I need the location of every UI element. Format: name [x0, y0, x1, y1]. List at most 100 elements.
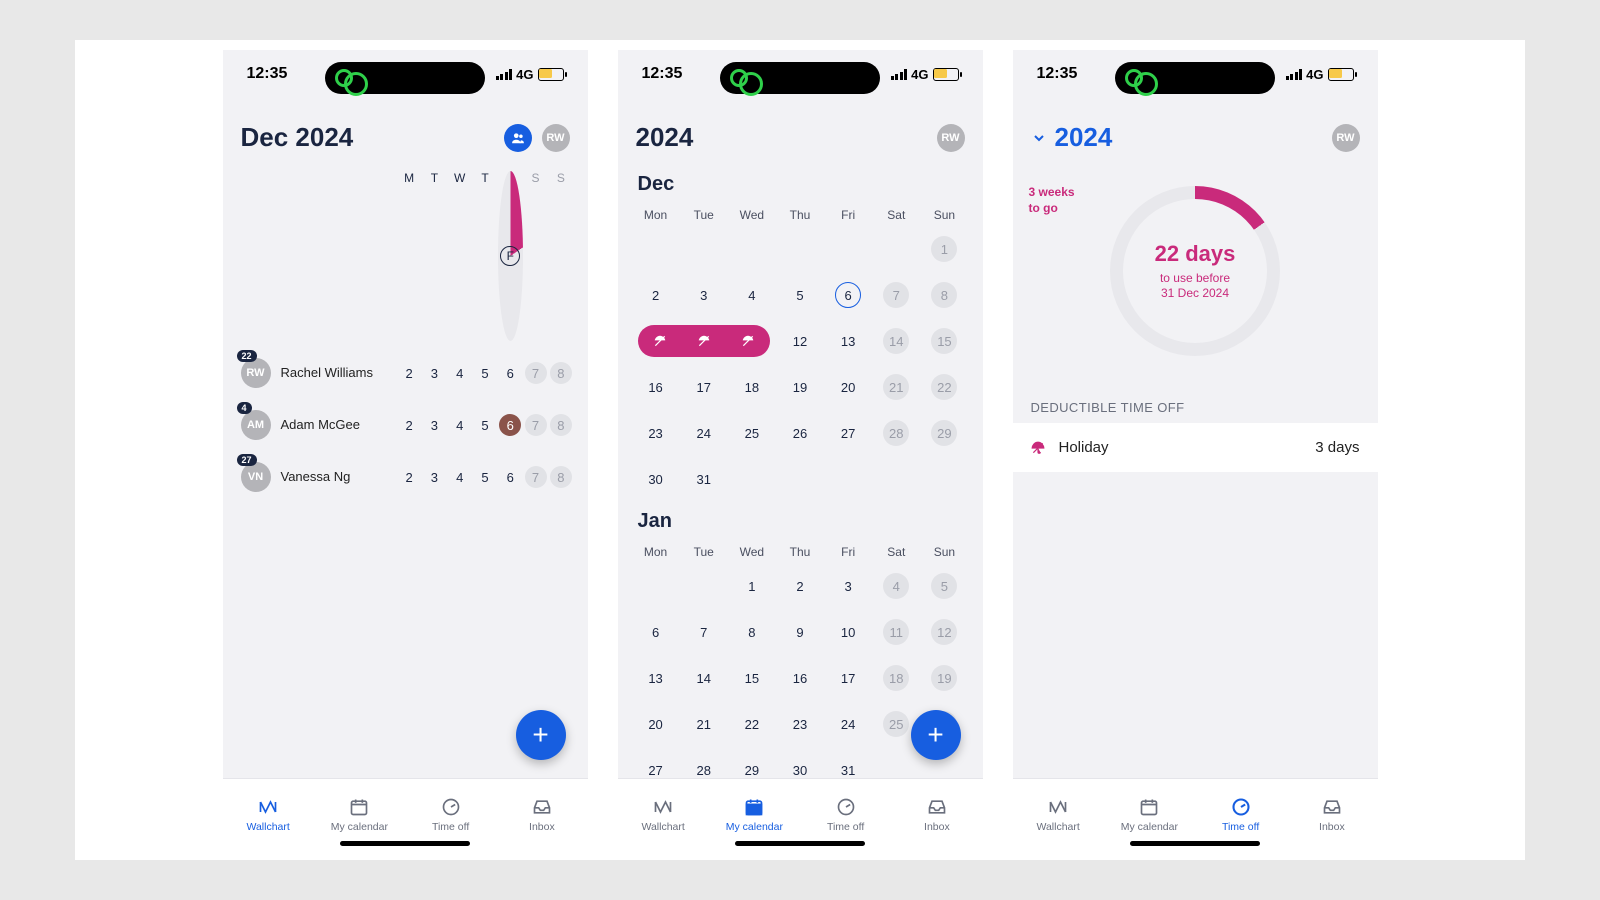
calendar-cell[interactable]: 26 — [776, 426, 824, 441]
tab-inbox[interactable]: Inbox — [1286, 779, 1377, 850]
person-cell[interactable]: 4 AM Adam McGee — [237, 410, 397, 440]
calendar-cell[interactable]: 18 — [728, 380, 776, 395]
calendar-cell[interactable]: 21 — [872, 374, 920, 400]
calendar-cell[interactable]: 29 — [728, 763, 776, 778]
day-cell-weekend[interactable]: 8 — [548, 362, 573, 384]
calendar-cell[interactable]: 3 — [680, 288, 728, 303]
tab-mycalendar[interactable]: My calendar — [709, 779, 800, 850]
day-cell-weekend[interactable]: 7 — [523, 414, 548, 436]
tab-wallchart[interactable]: Wallchart — [223, 779, 314, 850]
wallchart-row[interactable]: 22 RW Rachel Williams 2 3 4 5 6 7 8 — [237, 347, 574, 399]
home-indicator[interactable] — [1130, 841, 1260, 846]
calendar-cell[interactable]: 11 — [872, 619, 920, 645]
calendar-cell[interactable]: 17 — [824, 671, 872, 686]
calendar-cell[interactable]: 1 — [728, 579, 776, 594]
wallchart-row[interactable]: 27 VN Vanessa Ng 2 3 4 5 6 7 8 — [237, 451, 574, 503]
tab-wallchart[interactable]: Wallchart — [618, 779, 709, 850]
calendar-cell[interactable]: 7 — [872, 282, 920, 308]
home-indicator[interactable] — [735, 841, 865, 846]
calendar-cell[interactable]: 23 — [632, 426, 680, 441]
tab-timeoff[interactable]: Time off — [1195, 779, 1286, 850]
calendar-cell[interactable]: 7 — [680, 625, 728, 640]
calendar-cell[interactable]: 29 — [920, 420, 968, 446]
page-title[interactable]: 2024 — [636, 122, 694, 153]
calendar-cell[interactable]: 23 — [776, 717, 824, 732]
year-picker[interactable]: 2024 — [1031, 122, 1113, 153]
calendar-content[interactable]: DecMonTueWedThuFriSatSun1234567812131415… — [618, 165, 983, 778]
add-button[interactable]: + — [516, 710, 566, 760]
day-cell[interactable]: 2 — [397, 470, 422, 485]
day-cell[interactable]: 3 — [422, 366, 447, 381]
day-cell[interactable]: 3 — [422, 418, 447, 433]
avatar[interactable]: RW — [1332, 124, 1360, 152]
calendar-cell[interactable]: 9 — [776, 625, 824, 640]
calendar-cell[interactable]: 4 — [728, 288, 776, 303]
calendar-cell[interactable]: 22 — [920, 374, 968, 400]
tab-mycalendar[interactable]: My calendar — [314, 779, 405, 850]
calendar-cell[interactable]: 20 — [632, 717, 680, 732]
day-cell-marked[interactable]: 6 — [498, 414, 523, 436]
day-cell[interactable]: 2 — [397, 366, 422, 381]
calendar-cell[interactable]: 21 — [680, 717, 728, 732]
calendar-cell[interactable]: 2 — [632, 288, 680, 303]
person-cell[interactable]: 27 VN Vanessa Ng — [237, 462, 397, 492]
day-cell[interactable]: 4 — [447, 470, 472, 485]
calendar-cell[interactable]: 15 — [920, 328, 968, 354]
day-cell[interactable]: 3 — [422, 470, 447, 485]
day-cell-weekend[interactable]: 8 — [548, 414, 573, 436]
day-cell-weekend[interactable]: 7 — [523, 466, 548, 488]
calendar-cell[interactable]: 16 — [632, 380, 680, 395]
person-cell[interactable]: 22 RW Rachel Williams — [237, 358, 397, 388]
holiday-row[interactable]: Holiday 3 days — [1013, 423, 1378, 472]
tab-timeoff[interactable]: Time off — [800, 779, 891, 850]
tab-inbox[interactable]: Inbox — [496, 779, 587, 850]
calendar-cell[interactable]: 28 — [680, 763, 728, 778]
calendar-cell[interactable]: 30 — [776, 763, 824, 778]
calendar-cell[interactable]: 6 — [632, 625, 680, 640]
calendar-cell[interactable]: 18 — [872, 665, 920, 691]
calendar-cell[interactable]: 24 — [824, 717, 872, 732]
avatar[interactable]: RW — [542, 124, 570, 152]
day-cell-weekend[interactable]: 8 — [548, 466, 573, 488]
holiday-pill[interactable] — [638, 325, 770, 357]
day-cell[interactable]: 2 — [397, 418, 422, 433]
avatar[interactable]: RW — [937, 124, 965, 152]
calendar-cell[interactable]: 24 — [680, 426, 728, 441]
calendar-cell[interactable]: 31 — [680, 472, 728, 487]
calendar-cell[interactable]: 14 — [680, 671, 728, 686]
calendar-cell[interactable]: 19 — [920, 665, 968, 691]
allowance-ring[interactable]: 22 days to use before 31 Dec 2024 — [1110, 186, 1280, 356]
calendar-cell[interactable]: 12 — [776, 334, 824, 349]
calendar-cell[interactable]: 8 — [920, 282, 968, 308]
calendar-cell[interactable]: 3 — [824, 579, 872, 594]
day-cell[interactable]: 5 — [472, 366, 497, 381]
calendar-cell[interactable]: 20 — [824, 380, 872, 395]
calendar-cell[interactable]: 13 — [632, 671, 680, 686]
calendar-cell[interactable]: 30 — [632, 472, 680, 487]
calendar-cell[interactable]: 28 — [872, 420, 920, 446]
day-cell[interactable]: 6 — [498, 470, 523, 485]
calendar-cell[interactable]: 1 — [920, 236, 968, 262]
calendar-cell[interactable]: 27 — [632, 763, 680, 778]
calendar-cell[interactable]: 2 — [776, 579, 824, 594]
day-cell-weekend[interactable]: 7 — [523, 362, 548, 384]
calendar-cell[interactable]: 25 — [728, 426, 776, 441]
calendar-cell[interactable]: 5 — [776, 288, 824, 303]
calendar-cell[interactable]: 4 — [872, 573, 920, 599]
day-cell[interactable]: 5 — [472, 470, 497, 485]
calendar-cell[interactable]: 6 — [824, 282, 872, 308]
calendar-cell[interactable]: 19 — [776, 380, 824, 395]
calendar-cell[interactable]: 8 — [728, 625, 776, 640]
calendar-cell[interactable]: 27 — [824, 426, 872, 441]
page-title[interactable]: Dec 2024 — [241, 122, 354, 153]
day-cell[interactable]: 4 — [447, 418, 472, 433]
tab-wallchart[interactable]: Wallchart — [1013, 779, 1104, 850]
calendar-cell[interactable]: 5 — [920, 573, 968, 599]
calendar-cell[interactable]: 16 — [776, 671, 824, 686]
calendar-cell[interactable]: 10 — [824, 625, 872, 640]
add-button[interactable]: + — [911, 710, 961, 760]
wallchart-row[interactable]: 4 AM Adam McGee 2 3 4 5 6 7 8 — [237, 399, 574, 451]
calendar-cell[interactable]: 22 — [728, 717, 776, 732]
calendar-cell[interactable]: 31 — [824, 763, 872, 778]
people-icon[interactable] — [504, 124, 532, 152]
